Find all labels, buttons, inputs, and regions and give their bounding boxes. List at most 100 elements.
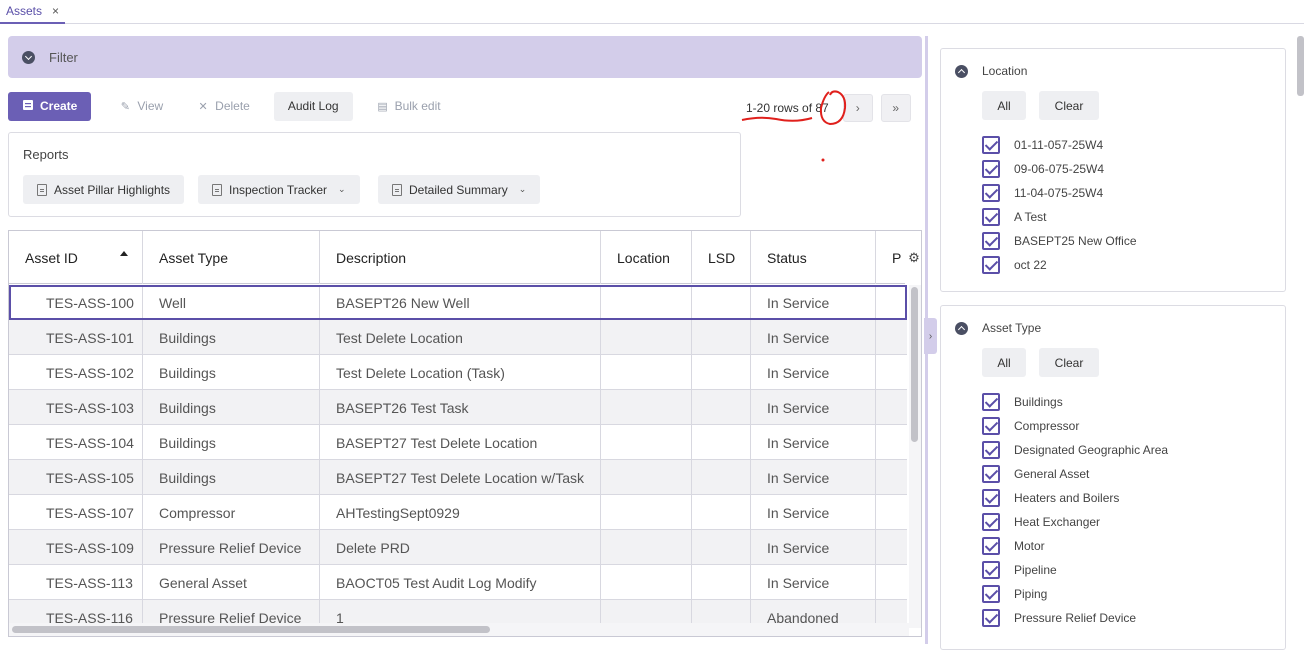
col-asset-type[interactable]: Asset Type	[143, 231, 320, 284]
checkbox-checked-icon[interactable]	[982, 136, 1000, 154]
checkbox-checked-icon[interactable]	[982, 441, 1000, 459]
filter-bar[interactable]: Filter	[8, 36, 922, 78]
checkbox-checked-icon[interactable]	[982, 465, 1000, 483]
chevron-down-icon: ⌄	[338, 184, 346, 194]
asset-type-panel-header[interactable]: Asset Type	[955, 321, 1041, 335]
filter-checkbox-item[interactable]: 09-06-075-25W4	[982, 159, 1104, 179]
cell-p	[876, 390, 907, 425]
filter-checkbox-item[interactable]: Designated Geographic Area	[982, 440, 1168, 460]
location-clear-button[interactable]: Clear	[1039, 91, 1099, 120]
cell-desc: BAOCT05 Test Audit Log Modify	[320, 565, 601, 600]
chevron-right-icon[interactable]: ›	[924, 318, 937, 354]
checkbox-checked-icon[interactable]	[982, 160, 1000, 178]
chevron-up-icon[interactable]	[955, 321, 968, 335]
pager: 1-20 rows of 87 › »	[746, 94, 911, 122]
col-location[interactable]: Location	[601, 231, 692, 284]
checkbox-checked-icon[interactable]	[982, 232, 1000, 250]
tab-assets[interactable]: Assets ×	[0, 0, 66, 24]
horizontal-scrollbar[interactable]	[9, 623, 909, 636]
checkbox-label: Compressor	[1014, 419, 1080, 433]
scrollbar-thumb[interactable]	[12, 626, 490, 633]
table-row[interactable]: TES-ASS-102 Buildings Test Delete Location…	[9, 355, 907, 390]
table-row[interactable]: TES-ASS-109 Pressure Relief Device Delete …	[9, 530, 907, 565]
table-row[interactable]: TES-ASS-113 General Asset BAOCT05 Test Aud…	[9, 565, 907, 600]
cell-status: In Service	[751, 320, 876, 355]
grid-header: Asset ID Asset Type Description Location…	[9, 231, 909, 284]
checkbox-checked-icon[interactable]	[982, 513, 1000, 531]
col-asset-id[interactable]: Asset ID	[9, 231, 143, 284]
next-page-button[interactable]: ›	[842, 94, 873, 122]
checkbox-checked-icon[interactable]	[982, 256, 1000, 274]
filter-checkbox-item[interactable]: General Asset	[982, 464, 1089, 484]
table-row[interactable]: TES-ASS-101 Buildings Test Delete Location…	[9, 320, 907, 355]
checkbox-checked-icon[interactable]	[982, 417, 1000, 435]
close-icon[interactable]: ×	[52, 4, 59, 18]
delete-button[interactable]: ✕ Delete	[183, 92, 264, 121]
gear-icon[interactable]: ⚙	[905, 231, 921, 284]
checkbox-checked-icon[interactable]	[982, 561, 1000, 579]
table-row[interactable]: TES-ASS-107 Compressor AHTestingSept0929 In…	[9, 495, 907, 530]
report-asset-pillar-highlights[interactable]: Asset Pillar Highlights	[23, 175, 185, 204]
chevron-up-icon[interactable]	[955, 64, 968, 78]
filter-checkbox-item[interactable]: A Test	[982, 207, 1046, 227]
cell-p	[876, 425, 907, 460]
bulk-edit-button[interactable]: ▤ Bulk edit	[363, 92, 455, 121]
cell-id: TES-ASS-102	[9, 355, 143, 390]
location-panel-header[interactable]: Location	[955, 64, 1027, 78]
pager-total: 87	[815, 101, 829, 115]
col-description[interactable]: Description	[320, 231, 601, 284]
last-page-button[interactable]: »	[880, 94, 911, 122]
filter-checkbox-item[interactable]: Pressure Relief Device	[982, 608, 1136, 628]
filter-checkbox-item[interactable]: Piping	[982, 584, 1047, 604]
x-icon: ✕	[198, 100, 208, 113]
cell-p	[876, 565, 907, 600]
checkbox-checked-icon[interactable]	[982, 184, 1000, 202]
cell-id: TES-ASS-104	[9, 425, 143, 460]
filter-checkbox-item[interactable]: Buildings	[982, 392, 1063, 412]
document-icon	[392, 183, 402, 196]
view-label: View	[137, 99, 164, 113]
chevron-down-icon[interactable]	[22, 50, 35, 64]
scrollbar-thumb[interactable]	[911, 287, 918, 442]
asset-type-all-button[interactable]: All	[982, 348, 1026, 377]
checkbox-checked-icon[interactable]	[982, 489, 1000, 507]
filter-checkbox-item[interactable]: 11-04-075-25W4	[982, 183, 1103, 203]
tab-bar: Assets ×	[0, 0, 1304, 24]
location-all-button[interactable]: All	[982, 91, 1026, 120]
checkbox-checked-icon[interactable]	[982, 208, 1000, 226]
table-icon: ▤	[377, 100, 388, 113]
col-lsd[interactable]: LSD	[692, 231, 751, 284]
checkbox-checked-icon[interactable]	[982, 393, 1000, 411]
view-button[interactable]: ✎ View	[105, 92, 177, 121]
cell-loc	[601, 285, 692, 320]
filter-checkbox-item[interactable]: Heat Exchanger	[982, 512, 1100, 532]
report-detailed-summary[interactable]: Detailed Summary ⌄	[378, 175, 541, 204]
document-icon	[37, 183, 47, 196]
checkbox-checked-icon[interactable]	[982, 585, 1000, 603]
cell-id: TES-ASS-105	[9, 460, 143, 495]
create-button[interactable]: Create	[8, 91, 92, 121]
table-row[interactable]: TES-ASS-104 Buildings BASEPT27 Test Delete…	[9, 425, 907, 460]
sort-ascending-icon	[120, 251, 128, 256]
table-row[interactable]: TES-ASS-105 Buildings BASEPT27 Test Delete…	[9, 460, 907, 495]
right-scrollbar-thumb[interactable]	[1297, 36, 1304, 96]
delete-label: Delete	[215, 99, 250, 113]
table-row[interactable]: TES-ASS-103 Buildings BASEPT26 Test Task In…	[9, 390, 907, 425]
table-row[interactable]: TES-ASS-100 Well BASEPT26 New Well In Servi…	[9, 285, 907, 320]
checkbox-checked-icon[interactable]	[982, 609, 1000, 627]
filter-checkbox-item[interactable]: BASEPT25 New Office	[982, 231, 1137, 251]
asset-type-clear-button[interactable]: Clear	[1039, 348, 1099, 377]
vertical-scrollbar[interactable]	[909, 285, 921, 628]
filter-checkbox-item[interactable]: Motor	[982, 536, 1045, 556]
filter-checkbox-item[interactable]: Heaters and Boilers	[982, 488, 1119, 508]
audit-log-button[interactable]: Audit Log	[273, 91, 353, 121]
filter-checkbox-item[interactable]: Compressor	[982, 416, 1079, 436]
col-status[interactable]: Status	[751, 231, 876, 284]
filter-checkbox-item[interactable]: Pipeline	[982, 560, 1057, 580]
filter-checkbox-item[interactable]: 01-11-057-25W4	[982, 135, 1103, 155]
checkbox-label: General Asset	[1014, 467, 1090, 481]
filter-checkbox-item[interactable]: oct 22	[982, 255, 1047, 275]
checkbox-checked-icon[interactable]	[982, 537, 1000, 555]
pager-range: 1-20 rows of 87	[746, 101, 829, 115]
report-inspection-tracker[interactable]: Inspection Tracker ⌄	[198, 175, 360, 204]
